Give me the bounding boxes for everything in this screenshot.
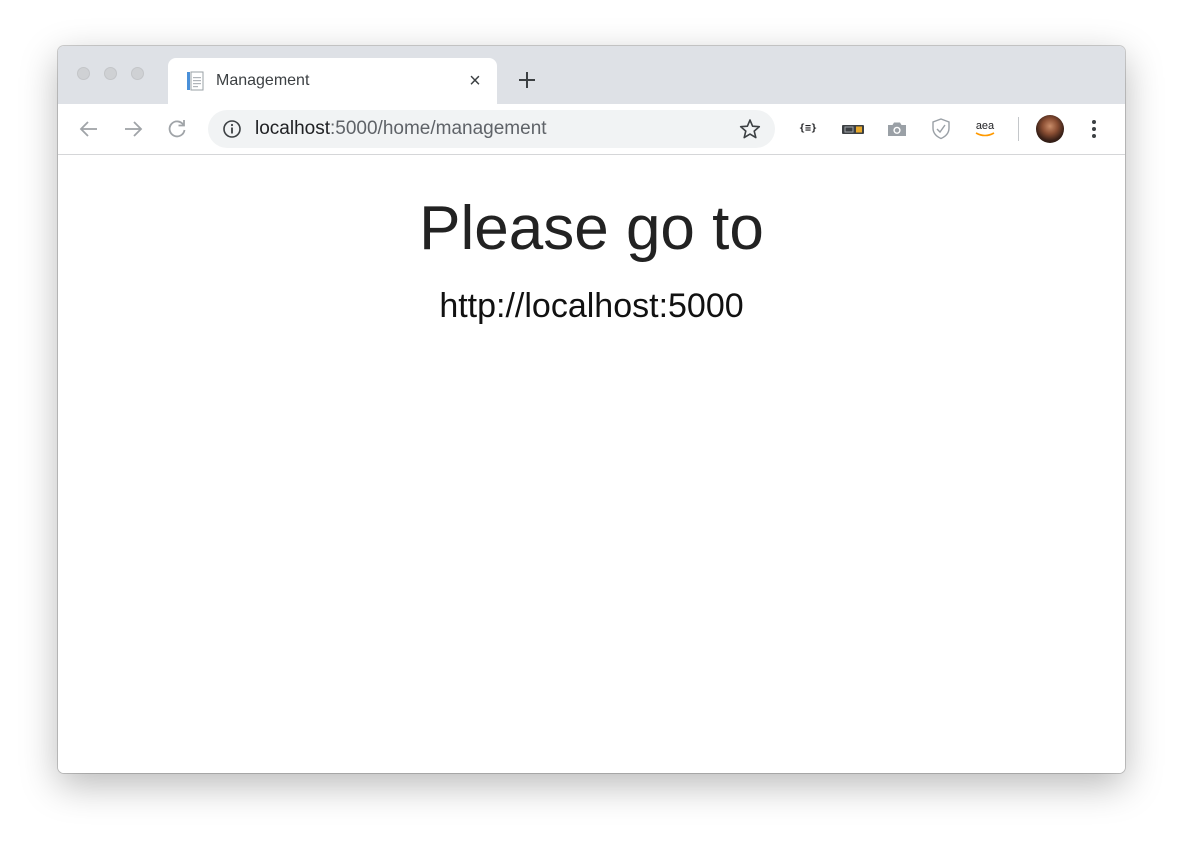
- info-icon[interactable]: [222, 119, 242, 139]
- browser-window: Management × localhost:5000/home/managem…: [58, 46, 1125, 773]
- url-path: :5000/home/management: [330, 118, 547, 139]
- address-bar[interactable]: localhost:5000/home/management: [208, 110, 775, 148]
- more-vert-icon[interactable]: [1084, 117, 1104, 141]
- toolbar-divider: [1018, 117, 1019, 141]
- tab-strip: Management ×: [58, 46, 1125, 104]
- tab-management[interactable]: Management ×: [168, 58, 497, 104]
- minimize-window-button[interactable]: [104, 67, 117, 80]
- document-favicon-icon: [185, 71, 205, 91]
- page-content: Please go to http://localhost:5000: [58, 155, 1125, 773]
- back-arrow-icon[interactable]: [77, 117, 101, 141]
- camera-icon[interactable]: [884, 116, 910, 142]
- plus-icon: [519, 72, 535, 88]
- browser-toolbar: localhost:5000/home/management {≡} aea: [58, 104, 1125, 155]
- forward-arrow-icon[interactable]: [121, 117, 145, 141]
- reload-icon[interactable]: [165, 117, 189, 141]
- url-text[interactable]: localhost:5000/home/management: [255, 119, 547, 139]
- tab-close-icon[interactable]: ×: [464, 70, 486, 92]
- redirect-url: http://localhost:5000: [439, 287, 744, 325]
- amazon-assistant-extension-icon[interactable]: aea: [972, 116, 998, 142]
- json-formatter-extension-icon[interactable]: {≡}: [795, 116, 821, 142]
- page-heading: Please go to: [419, 194, 764, 263]
- tab-title: Management: [216, 72, 310, 89]
- new-tab-button[interactable]: [513, 66, 541, 94]
- maximize-window-button[interactable]: [131, 67, 144, 80]
- profile-avatar[interactable]: [1036, 115, 1064, 143]
- star-icon[interactable]: [739, 118, 761, 140]
- url-host: localhost: [255, 118, 330, 139]
- video-extension-icon[interactable]: [840, 116, 866, 142]
- close-window-button[interactable]: [77, 67, 90, 80]
- shield-icon[interactable]: [928, 116, 954, 142]
